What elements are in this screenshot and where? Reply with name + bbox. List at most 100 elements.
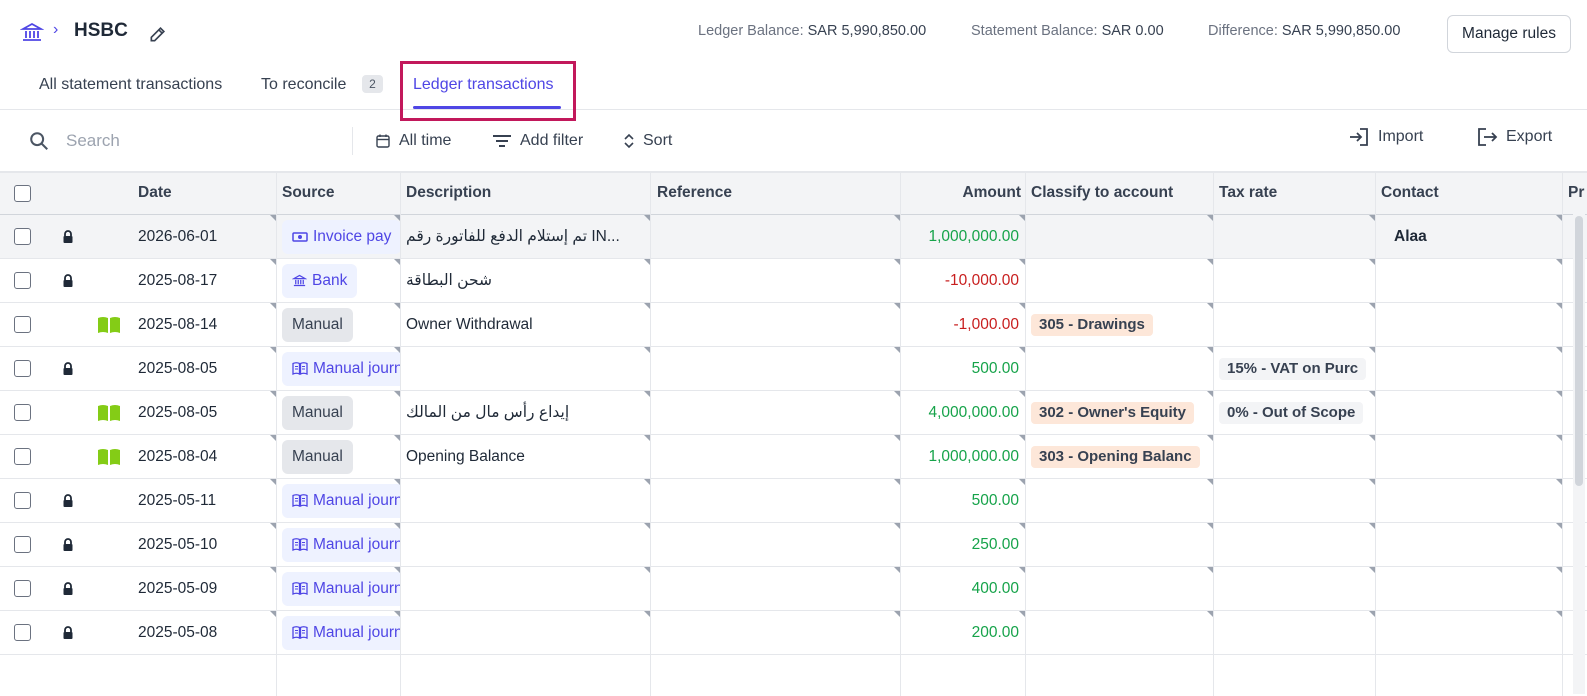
reference-cell[interactable] — [656, 479, 894, 522]
tab-all-statement-transactions[interactable]: All statement transactions — [39, 76, 222, 94]
row-checkbox-cell — [14, 479, 31, 522]
description-cell[interactable] — [406, 523, 644, 566]
row-checkbox[interactable] — [14, 404, 31, 421]
reference-cell[interactable] — [656, 567, 894, 610]
reference-cell[interactable] — [656, 215, 894, 258]
table-row[interactable]: 2026-06-01 Invoice pay تم إستلام الدفع للف… — [0, 215, 1587, 259]
source-tag[interactable]: Manual journ — [282, 571, 400, 606]
reference-cell[interactable] — [656, 611, 894, 654]
tax-rate-cell[interactable]: 15% - VAT on Purc — [1219, 347, 1375, 390]
row-checkbox[interactable] — [14, 536, 31, 553]
tab-bar: All statement transactions To reconcile … — [0, 64, 1587, 110]
table-row[interactable]: 2025-08-05 Manual إيداع رأس مال من المالك 4… — [0, 391, 1587, 435]
search-input[interactable] — [66, 127, 336, 155]
source-tag[interactable]: Manual — [282, 395, 353, 430]
tab-to-reconcile[interactable]: To reconcile — [261, 76, 346, 94]
account-pill: 302 - Owner's Equity — [1031, 401, 1194, 424]
account-cell[interactable]: 303 - Opening Balanc — [1031, 435, 1211, 478]
description-cell[interactable]: Owner Withdrawal — [406, 303, 644, 346]
status-icon-cell — [62, 523, 74, 566]
account-cell[interactable]: 302 - Owner's Equity — [1031, 391, 1211, 434]
contact-cell[interactable]: Alaa — [1394, 215, 1427, 258]
import-button[interactable]: Import — [1348, 125, 1423, 149]
column-header-reference[interactable]: Reference — [657, 184, 732, 202]
source-tag[interactable]: Invoice pay — [282, 219, 400, 254]
column-header-classify-to-account[interactable]: Classify to account — [1031, 184, 1173, 202]
all-time-button[interactable]: All time — [375, 129, 451, 153]
description-cell[interactable]: شحن البطاقة — [406, 259, 644, 302]
date-cell: 2025-05-08 — [138, 623, 218, 641]
description-cell[interactable]: تم إستلام الدفع للفاتورة رقم IN... — [406, 215, 644, 258]
journal-icon — [292, 626, 308, 639]
column-header-contact[interactable]: Contact — [1381, 184, 1439, 202]
row-checkbox[interactable] — [14, 360, 31, 377]
source-cell: Manual journ — [282, 567, 400, 610]
pencil-icon[interactable] — [148, 24, 168, 44]
source-tag[interactable]: Manual journ — [282, 483, 400, 518]
column-header-date[interactable]: Date — [138, 184, 172, 202]
source-cell: Manual — [282, 391, 400, 434]
source-tag[interactable]: Manual journ — [282, 615, 400, 650]
row-checkbox[interactable] — [14, 272, 31, 289]
row-checkbox[interactable] — [14, 492, 31, 509]
source-tag[interactable]: Manual — [282, 307, 353, 342]
column-header-tax-rate[interactable]: Tax rate — [1219, 184, 1277, 202]
row-checkbox[interactable] — [14, 316, 31, 333]
amount-cell: 250.00 — [971, 535, 1019, 553]
sort-button[interactable]: Sort — [623, 129, 672, 153]
table-row[interactable]: 2025-05-10 Manual journ 250.00 — [0, 523, 1587, 567]
description-cell[interactable]: إيداع رأس مال من المالك — [406, 391, 644, 434]
bank-icon[interactable] — [20, 20, 44, 44]
row-checkbox[interactable] — [14, 228, 31, 245]
table-header: Date Source Description Reference Amount… — [0, 172, 1587, 215]
description-cell[interactable] — [406, 479, 644, 522]
column-header-amount[interactable]: Amount — [962, 184, 1021, 202]
description-cell[interactable]: Opening Balance — [406, 435, 644, 478]
table-row[interactable]: 2025-08-14 Manual Owner Withdrawal -1,000.0… — [0, 303, 1587, 347]
add-filter-button[interactable]: Add filter — [492, 129, 583, 153]
row-checkbox[interactable] — [14, 624, 31, 641]
source-label: Manual journ — [313, 535, 400, 553]
export-icon — [1478, 128, 1498, 146]
source-tag[interactable]: Bank — [282, 263, 358, 298]
book-icon — [98, 404, 120, 421]
column-header-pr[interactable]: Pr — [1568, 184, 1584, 202]
tax-rate-cell[interactable]: 0% - Out of Scope — [1219, 391, 1375, 434]
column-divider — [900, 172, 901, 696]
scrollbar-thumb[interactable] — [1575, 216, 1583, 486]
description-cell[interactable] — [406, 347, 644, 390]
date-cell: 2025-08-04 — [138, 447, 218, 465]
column-header-description[interactable]: Description — [406, 184, 491, 202]
row-checkbox[interactable] — [14, 580, 31, 597]
table-row[interactable]: 2025-08-17 Bank شحن البطاقة -10,000.00 — [0, 259, 1587, 303]
source-label: Bank — [312, 271, 348, 289]
description-cell[interactable] — [406, 611, 644, 654]
row-checkbox[interactable] — [14, 448, 31, 465]
journal-icon — [292, 582, 308, 595]
table-row[interactable]: 2025-05-08 Manual journ 200.00 — [0, 611, 1587, 655]
select-all-checkbox[interactable] — [14, 185, 31, 202]
account-cell[interactable]: 305 - Drawings — [1031, 303, 1211, 346]
column-header-source[interactable]: Source — [282, 184, 335, 202]
source-tag[interactable]: Manual — [282, 439, 353, 474]
lock-icon — [63, 581, 73, 595]
manage-rules-button[interactable]: Manage rules — [1447, 15, 1571, 53]
status-icon-cell — [97, 303, 121, 346]
source-tag[interactable]: Manual journ — [282, 527, 400, 562]
reference-cell[interactable] — [656, 259, 894, 302]
source-tag[interactable]: Manual journ — [282, 351, 400, 386]
export-button[interactable]: Export — [1476, 125, 1552, 149]
reference-cell[interactable] — [656, 523, 894, 566]
reference-cell[interactable] — [656, 347, 894, 390]
table-row[interactable]: 2025-05-09 Manual journ 400.00 — [0, 567, 1587, 611]
page-header: › HSBC Ledger Balance: SAR 5,990,850.00 … — [0, 0, 1587, 64]
table-row[interactable]: 2025-08-04 Manual Opening Balance 1,000,000… — [0, 435, 1587, 479]
reference-cell[interactable] — [656, 303, 894, 346]
description-cell[interactable] — [406, 567, 644, 610]
bank-icon — [292, 274, 307, 287]
table-row[interactable]: 2025-05-11 Manual journ 500.00 — [0, 479, 1587, 523]
status-icon-cell — [97, 435, 121, 478]
reference-cell[interactable] — [656, 391, 894, 434]
reference-cell[interactable] — [656, 435, 894, 478]
table-row[interactable]: 2025-08-05 Manual journ 500.00 15% - VAT on… — [0, 347, 1587, 391]
